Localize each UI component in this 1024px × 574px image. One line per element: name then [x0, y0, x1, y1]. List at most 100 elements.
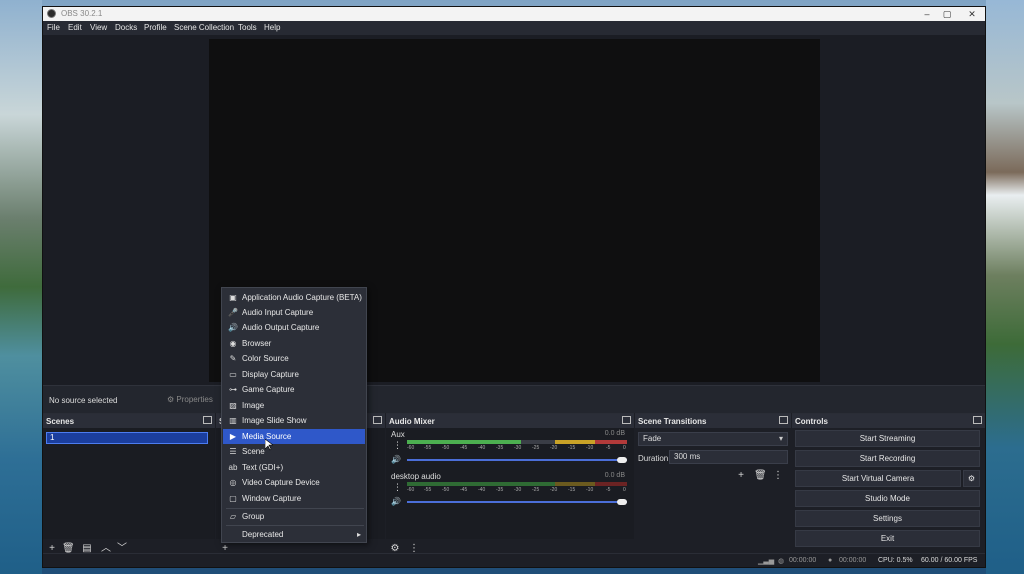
menu-item-video-capture-device[interactable]: ◎ Video Capture Device: [223, 475, 365, 490]
window-icon: ▢: [229, 494, 237, 503]
menu-tools[interactable]: Tools: [238, 23, 257, 32]
add-source-menu: ▣ Application Audio Capture (BETA) 🎤 Audio…: [221, 287, 367, 543]
speaker-icon: 🔊: [228, 323, 238, 332]
text-icon: ab: [228, 463, 238, 472]
scenes-dock: Scenes 1 + 🗑 ▤ ︿ ﹀: [43, 413, 215, 559]
transition-select[interactable]: Fade ▾: [638, 432, 788, 446]
brush-icon: ✎: [229, 354, 237, 363]
trash-icon[interactable]: 🗑: [754, 470, 767, 482]
menu-item-browser[interactable]: ◉ Browser: [223, 336, 365, 351]
menu-edit[interactable]: Edit: [68, 23, 82, 32]
microphone-icon: 🎤: [228, 308, 238, 317]
settings-button[interactable]: Settings: [795, 510, 980, 527]
kebab-menu-icon[interactable]: ⋮: [772, 470, 784, 482]
properties-button[interactable]: ⚙ Properties: [167, 395, 213, 404]
menu-separator: [226, 525, 364, 526]
obs-window: OBS 30.2.1 – ▢ ✕ File Edit View Docks Pr…: [42, 6, 986, 568]
menu-item-app-audio-capture[interactable]: ▣ Application Audio Capture (BETA): [223, 290, 365, 305]
stream-time: 00:00:00: [789, 557, 817, 564]
undock-icon[interactable]: [203, 416, 212, 424]
chevron-right-icon: ▸: [356, 530, 361, 539]
play-icon: ▶: [229, 432, 237, 441]
maximize-button[interactable]: ▢: [937, 8, 957, 20]
fps-readout: 60.00 / 60.00 FPS: [921, 557, 978, 564]
mouse-cursor-icon: [265, 439, 273, 451]
undock-icon[interactable]: [622, 416, 631, 424]
globe-icon: ◉: [229, 339, 237, 348]
scene-item[interactable]: 1: [46, 432, 208, 444]
exit-button[interactable]: Exit: [795, 530, 980, 547]
add-icon[interactable]: +: [735, 470, 747, 482]
audio-mixer-body: Aux 0.0 dB ⋮ -60 -55 -50 -45 -40 -35 -30 -25 -20…: [386, 428, 634, 540]
controls-title: Controls: [795, 417, 828, 426]
transitions-title: Scene Transitions: [638, 417, 707, 426]
volume-meter: [407, 440, 627, 444]
speaker-icon[interactable]: 🔊: [391, 497, 401, 506]
menu-item-game-capture[interactable]: ⊶ Game Capture: [223, 382, 365, 397]
channel-db: 0.0 dB: [604, 472, 625, 479]
menu-item-text-gdi[interactable]: ab Text (GDI+): [223, 460, 365, 475]
scenes-list: 1: [43, 428, 215, 540]
audio-mixer-header: Audio Mixer: [386, 414, 634, 428]
meter-ticks: -60 -55 -50 -45 -40 -35 -30 -25 -20 -15 -10 -5 0: [407, 487, 626, 493]
mixer-channel-desktop: desktop audio 0.0 dB ⋮ -60 -55 -50 -45 -40 -3…: [389, 472, 627, 512]
window-title: OBS 30.2.1: [61, 9, 103, 18]
menu-item-window-capture[interactable]: ▢ Window Capture: [223, 491, 365, 506]
volume-slider[interactable]: [407, 501, 627, 503]
monitor-icon: ▭: [229, 370, 237, 379]
source-toolbar: No source selected ⚙ Properties: [43, 385, 985, 413]
desktop-wallpaper-right: [986, 0, 1024, 574]
close-button[interactable]: ✕: [962, 8, 982, 20]
menu-item-display-capture[interactable]: ▭ Display Capture: [223, 367, 365, 382]
list-icon: ☰: [229, 447, 237, 456]
menu-item-audio-input-capture[interactable]: 🎤 Audio Input Capture: [223, 305, 365, 320]
menu-item-media-source[interactable]: ▶ Media Source: [223, 429, 365, 444]
start-recording-button[interactable]: Start Recording: [795, 450, 980, 467]
preview-area: [43, 35, 985, 385]
transitions-body: Fade ▾ Duration 300 ms + 🗑 ⋮: [635, 428, 791, 540]
desktop-wallpaper-left: [0, 0, 42, 574]
minimize-button[interactable]: –: [917, 8, 937, 20]
undock-icon[interactable]: [373, 416, 382, 424]
undock-icon[interactable]: [973, 416, 982, 424]
menu-item-group[interactable]: ▱ Group: [223, 509, 365, 524]
volume-knob[interactable]: [617, 499, 627, 505]
camera-icon: ◎: [229, 478, 237, 487]
kebab-menu-icon[interactable]: ⋮: [393, 482, 402, 493]
menu-bar: File Edit View Docks Profile Scene Colle…: [43, 21, 985, 35]
image-icon: ▨: [229, 401, 237, 410]
audio-mixer-title: Audio Mixer: [389, 417, 435, 426]
menu-view[interactable]: View: [90, 23, 107, 32]
volume-slider[interactable]: [407, 459, 627, 461]
menu-file[interactable]: File: [47, 23, 60, 32]
menu-item-scene[interactable]: ☰ Scene: [223, 444, 365, 459]
gear-icon: ⚙: [167, 395, 175, 404]
menu-profile[interactable]: Profile: [144, 23, 167, 32]
title-bar: OBS 30.2.1 – ▢ ✕: [43, 7, 985, 21]
menu-item-color-source[interactable]: ✎ Color Source: [223, 351, 365, 366]
stream-status-icon: ◍: [778, 558, 785, 565]
slideshow-icon: ▥: [229, 416, 237, 425]
mixer-channel-aux: Aux 0.0 dB ⋮ -60 -55 -50 -45 -40 -35 -30 -25 -20…: [389, 430, 627, 470]
duration-field[interactable]: 300 ms: [669, 450, 788, 464]
speaker-icon[interactable]: 🔊: [391, 455, 401, 464]
volume-knob[interactable]: [617, 457, 627, 463]
folder-icon: ▱: [229, 512, 237, 521]
menu-scene-collection[interactable]: Scene Collection: [174, 23, 234, 32]
undock-icon[interactable]: [779, 416, 788, 424]
kebab-menu-icon[interactable]: ⋮: [393, 440, 402, 451]
studio-mode-button[interactable]: Studio Mode: [795, 490, 980, 507]
record-time: 00:00:00: [839, 557, 867, 564]
record-status-icon: ●: [828, 557, 833, 564]
menu-item-audio-output-capture[interactable]: 🔊 Audio Output Capture: [223, 320, 365, 335]
menu-item-image-slide-show[interactable]: ▥ Image Slide Show: [223, 413, 365, 428]
menu-item-image[interactable]: ▨ Image: [223, 398, 365, 413]
menu-help[interactable]: Help: [264, 23, 280, 32]
menu-item-deprecated[interactable]: Deprecated ▸: [223, 527, 365, 542]
gear-icon[interactable]: ⚙: [963, 470, 980, 487]
start-virtual-camera-button[interactable]: Start Virtual Camera: [795, 470, 961, 487]
audio-mixer-dock: Audio Mixer Aux 0.0 dB ⋮ -60 -55 -50 -45 -40…: [386, 413, 634, 559]
start-streaming-button[interactable]: Start Streaming: [795, 430, 980, 447]
controls-header: Controls: [792, 414, 985, 428]
menu-docks[interactable]: Docks: [115, 23, 137, 32]
